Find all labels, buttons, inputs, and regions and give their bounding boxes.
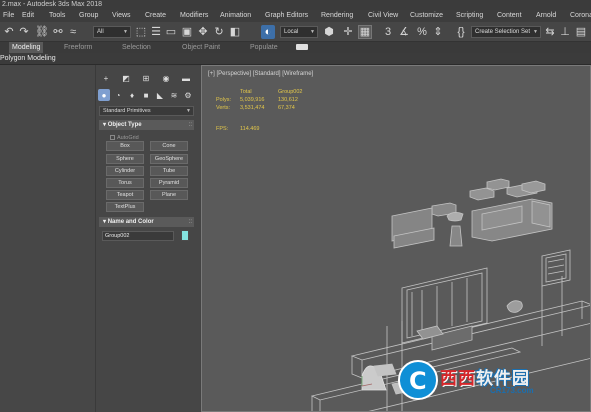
reference-coordinate-dropdown[interactable]: Local ▼	[280, 26, 318, 38]
menu-group[interactable]: Group	[79, 10, 98, 22]
watermark-url: CR173.com	[490, 386, 534, 395]
undo-icon[interactable]: ↶	[2, 25, 16, 39]
chevron-down-icon: ▼	[310, 29, 315, 35]
hierarchy-tab-icon[interactable]: ⊞	[140, 72, 152, 84]
edit-named-selection-icon[interactable]: {}	[454, 25, 468, 39]
menu-graph-editors[interactable]: Graph Editors	[265, 10, 308, 22]
tab-freeform[interactable]: Freeform	[64, 42, 92, 53]
space-warps-icon[interactable]: ≋	[168, 89, 180, 101]
sphere-button[interactable]: Sphere	[106, 154, 144, 164]
modify-tab-icon[interactable]: ◩	[120, 72, 132, 84]
rollout-title: Object Type	[107, 122, 142, 128]
create-tab-icon[interactable]: +	[100, 72, 112, 84]
snaps-toggle-icon[interactable]: 3	[381, 25, 395, 39]
cone-button[interactable]: Cone	[150, 141, 188, 151]
tab-populate[interactable]: Populate	[250, 42, 278, 53]
menu-views[interactable]: Views	[112, 10, 131, 22]
menu-file[interactable]: File	[3, 10, 14, 22]
placement-icon[interactable]: ◐	[261, 25, 275, 39]
scene-explorer-area	[0, 65, 95, 412]
object-type-rollout[interactable]: ▾ Object Type::	[99, 120, 194, 130]
main-toolbar: ↶ ↷ ⛓ ⚯ ≈ All ▼ ⬚ ☰ ▭ ▣ ✥ ↻ ◧ ◐ Local ▼ ⬢ …	[0, 22, 591, 42]
display-tab-icon[interactable]: ▬	[180, 72, 192, 84]
menu-corona[interactable]: Corona	[570, 10, 591, 22]
tab-modeling[interactable]: Modeling	[9, 42, 44, 53]
watermark-logo-icon: C	[398, 360, 438, 400]
chevron-down-icon: ▼	[123, 29, 128, 35]
menu-customize[interactable]: Customize	[410, 10, 443, 22]
systems-icon[interactable]: ⚙	[182, 89, 194, 101]
geosphere-button[interactable]: GeoSphere	[150, 154, 188, 164]
tab-selection[interactable]: Selection	[122, 42, 151, 53]
select-manipulate-icon[interactable]: ✛	[341, 25, 355, 39]
ribbon-toggle-icon[interactable]	[296, 44, 308, 50]
primitive-category-dropdown[interactable]: Standard Primitives ▼	[99, 106, 194, 116]
site-watermark: C 西西软件园 CR173.com	[398, 360, 578, 400]
menu-content[interactable]: Content	[497, 10, 522, 22]
scale-icon[interactable]: ◧	[228, 25, 242, 39]
move-icon[interactable]: ✥	[196, 25, 210, 39]
select-object-icon[interactable]: ⬚	[134, 25, 148, 39]
spinner-snap-icon[interactable]: ⇕	[431, 25, 445, 39]
watermark-text-a: 西西	[440, 369, 476, 389]
window-crossing-icon[interactable]: ▣	[180, 25, 194, 39]
object-color-swatch[interactable]	[181, 230, 189, 241]
redo-icon[interactable]: ↷	[17, 25, 31, 39]
menu-edit[interactable]: Edit	[22, 10, 34, 22]
ribbon-tabs: Modeling Freeform Selection Object Paint…	[0, 42, 591, 53]
rotate-icon[interactable]: ↻	[212, 25, 226, 39]
angle-snap-icon[interactable]: ∡	[397, 25, 411, 39]
bind-space-warp-icon[interactable]: ≈	[66, 25, 80, 39]
unlink-icon[interactable]: ⚯	[51, 25, 65, 39]
align-icon[interactable]: ⊥	[558, 25, 572, 39]
percent-snap-icon[interactable]: %	[415, 25, 429, 39]
checkbox-icon	[110, 135, 115, 140]
menu-arnold[interactable]: Arnold	[536, 10, 556, 22]
keyboard-shortcut-override-icon[interactable]: ▦	[358, 25, 372, 39]
menu-tools[interactable]: Tools	[49, 10, 65, 22]
window-title: 2.max - Autodesk 3ds Max 2018	[0, 0, 591, 10]
menu-animation[interactable]: Animation	[220, 10, 251, 22]
menu-modifiers[interactable]: Modifiers	[180, 10, 208, 22]
geometry-icon[interactable]: ●	[98, 89, 110, 101]
layer-manager-icon[interactable]: ▤	[574, 25, 588, 39]
pyramid-button[interactable]: Pyramid	[150, 178, 188, 188]
ribbon-panel-label[interactable]: Polygon Modeling	[0, 53, 56, 65]
textplus-button[interactable]: TextPlus	[106, 202, 144, 212]
pivot-icon[interactable]: ⬢	[322, 25, 336, 39]
name-and-color-rollout[interactable]: ▾ Name and Color::	[99, 217, 194, 227]
tube-button[interactable]: Tube	[150, 166, 188, 176]
shapes-icon[interactable]: ◔	[112, 89, 124, 101]
helpers-icon[interactable]: ◣	[154, 89, 166, 101]
menu-scripting[interactable]: Scripting	[456, 10, 483, 22]
menu-bar: File Edit Tools Group Views Create Modif…	[0, 10, 591, 22]
tab-object-paint[interactable]: Object Paint	[182, 42, 220, 53]
teapot-button[interactable]: Teapot	[106, 190, 144, 200]
command-panel-tabs: + ◩ ⊞ ◉ ▬ ✎	[98, 71, 214, 85]
create-category-icons: ● ◔ ♦ ■ ◣ ≋ ⚙	[98, 88, 196, 102]
rectangular-selection-icon[interactable]: ▭	[164, 25, 178, 39]
selection-filter-dropdown[interactable]: All ▼	[93, 26, 131, 38]
named-selection-set-dropdown[interactable]: Create Selection Set ▼	[471, 26, 541, 38]
lights-icon[interactable]: ♦	[126, 89, 138, 101]
menu-create[interactable]: Create	[145, 10, 166, 22]
object-name-field[interactable]: Group002	[102, 231, 174, 241]
ribbon-panel: Polygon Modeling	[0, 53, 591, 65]
rollout-title: Name and Color	[107, 219, 154, 225]
chevron-down-icon: ▼	[533, 29, 538, 35]
command-panel: + ◩ ⊞ ◉ ▬ ✎ ● ◔ ♦ ■ ◣ ≋ ⚙ Standard Primi…	[95, 65, 209, 412]
menu-rendering[interactable]: Rendering	[321, 10, 353, 22]
mirror-icon[interactable]: ⇆	[543, 25, 557, 39]
menu-civil-view[interactable]: Civil View	[368, 10, 398, 22]
select-by-name-icon[interactable]: ☰	[149, 25, 163, 39]
cylinder-button[interactable]: Cylinder	[106, 166, 144, 176]
link-icon[interactable]: ⛓	[35, 25, 49, 39]
motion-tab-icon[interactable]: ◉	[160, 72, 172, 84]
cameras-icon[interactable]: ■	[140, 89, 152, 101]
box-button[interactable]: Box	[106, 141, 144, 151]
chevron-down-icon: ▼	[186, 108, 191, 114]
plane-button[interactable]: Plane	[150, 190, 188, 200]
torus-button[interactable]: Torus	[106, 178, 144, 188]
